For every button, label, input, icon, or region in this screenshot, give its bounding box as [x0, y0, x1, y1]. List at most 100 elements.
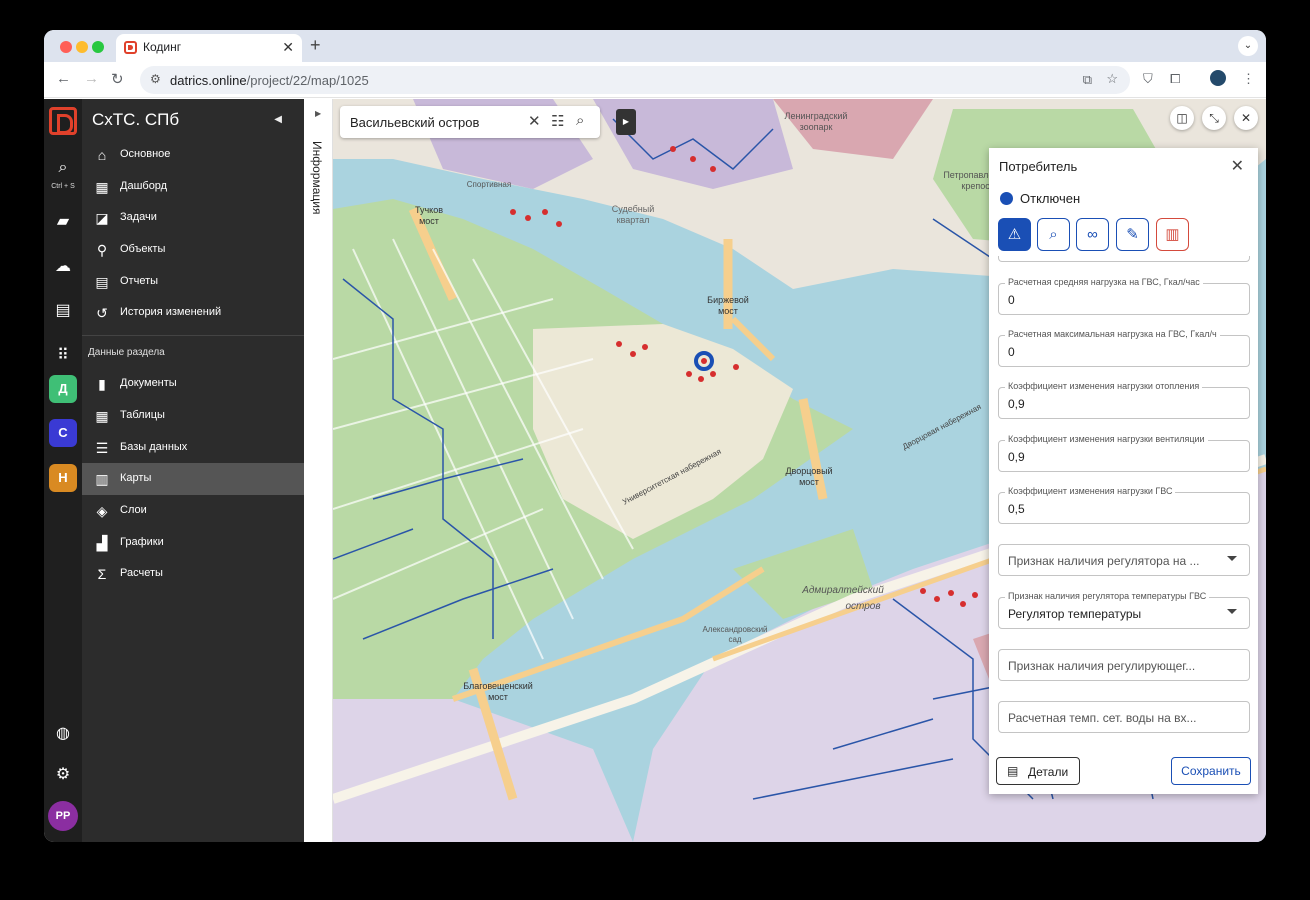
field-value[interactable]: 0,9: [1008, 450, 1025, 464]
field-label: Расчетная средняя нагрузка на ГВС, Гкал/…: [1005, 277, 1203, 287]
layers-icon: ◈: [96, 503, 108, 519]
temp-regulator-select[interactable]: Признак наличия регулятора температуры Г…: [998, 591, 1250, 629]
dashboard-icon: ▦: [95, 179, 109, 195]
attach-button[interactable]: ⌕: [1037, 218, 1070, 251]
reload-icon[interactable]: ↻: [111, 70, 124, 88]
project-chip-c[interactable]: C: [49, 419, 77, 447]
bookmark-star-icon[interactable]: ☆: [1106, 71, 1118, 87]
status-text: Отключен: [1020, 191, 1081, 206]
link-button[interactable]: ∞: [1076, 218, 1109, 251]
dropdown-caret-icon[interactable]: [1227, 609, 1237, 614]
map-search-input[interactable]: Васильевский остров: [350, 115, 479, 130]
collapse-sidebar-icon[interactable]: ◀: [274, 114, 282, 125]
zoom-window-button[interactable]: [92, 41, 104, 53]
apps-grid-icon[interactable]: ⠿: [44, 345, 82, 365]
map-label: Ленинградский: [785, 111, 848, 121]
search-icon[interactable]: ⌕: [44, 159, 82, 177]
sidebar-item-reports[interactable]: ▤ Отчеты: [82, 266, 304, 298]
browser-menu-icon[interactable]: ⋮: [1242, 71, 1255, 87]
address-bar[interactable]: ⚙ datrics.online/project/22/map/1025 ⧉ ☆: [140, 66, 1130, 94]
map-label: Спортивная: [467, 180, 511, 189]
max-hot-water-load-field[interactable]: Расчетная максимальная нагрузка на ГВС, …: [998, 329, 1250, 367]
dropdown-caret-icon[interactable]: [1227, 556, 1237, 561]
profile-avatar-icon[interactable]: [1210, 70, 1226, 86]
filter-tune-icon[interactable]: ☷: [551, 112, 564, 130]
info-strip[interactable]: ▶ Информация: [304, 99, 333, 842]
avg-hot-water-load-field[interactable]: Расчетная средняя нагрузка на ГВС, Гкал/…: [998, 277, 1250, 315]
sidebar-item-databases[interactable]: ☰ Базы данных: [82, 432, 304, 464]
clear-search-icon[interactable]: ✕: [528, 112, 541, 130]
field-value[interactable]: 0: [1008, 293, 1015, 307]
tab-search-chevron-icon[interactable]: ⌄: [1238, 36, 1258, 56]
sidebar-item-tasks[interactable]: ◪ Задачи: [82, 202, 304, 234]
field-value[interactable]: 0: [1008, 345, 1015, 359]
expand-info-icon[interactable]: ▶: [315, 109, 321, 118]
table-icon: ▦: [95, 408, 109, 424]
details-button[interactable]: ▤ Детали: [996, 757, 1080, 785]
map-search-box[interactable]: Васильевский остров ✕ ☷ ⌕: [340, 106, 600, 138]
save-button[interactable]: Сохранить: [1171, 757, 1251, 785]
close-map-icon[interactable]: ✕: [1234, 106, 1258, 130]
extensions-puzzle-icon[interactable]: ⧠: [1170, 71, 1180, 87]
site-settings-icon[interactable]: ⚙: [150, 72, 161, 86]
cloud-icon[interactable]: ☁: [44, 256, 82, 276]
field-value[interactable]: 0,5: [1008, 502, 1025, 516]
clipboard-icon[interactable]: ▤: [44, 300, 82, 320]
map-canvas[interactable]: Биржевой мост Дворцовый мост Благовещенс…: [333, 99, 1266, 842]
app-rail: ⌕ Ctrl + S ▰ ☁ ▤ ⠿ Д C Н ◍ ⚙ PP: [44, 99, 82, 842]
sidebar-item-dashboard[interactable]: ▦ Дашборд: [82, 171, 304, 203]
datrics-logo-icon[interactable]: [49, 107, 77, 135]
project-chip-n[interactable]: Н: [49, 464, 77, 492]
project-title: СхТС. СПб: [92, 110, 180, 129]
network-water-temp-field[interactable]: Расчетная темп. сет. воды на вх...: [998, 701, 1250, 733]
expand-panel-icon[interactable]: ▶: [616, 109, 636, 135]
globe-icon[interactable]: ◍: [44, 723, 82, 743]
sidebar-item-history[interactable]: ↺ История изменений: [82, 297, 304, 329]
sidebar-item-layers[interactable]: ◈ Слои: [82, 495, 304, 527]
regulating-valve-field[interactable]: Признак наличия регулирующег...: [998, 649, 1250, 681]
minimize-window-button[interactable]: [76, 41, 88, 53]
sidebar-item-charts[interactable]: ▟ Графики: [82, 527, 304, 559]
sidebar-item-tables[interactable]: ▦ Таблицы: [82, 400, 304, 432]
field-label: Признак наличия регулятора температуры Г…: [1005, 591, 1210, 601]
user-avatar[interactable]: PP: [48, 801, 78, 831]
chat-icon[interactable]: ▰: [44, 211, 82, 231]
settings-gear-icon[interactable]: ⚙: [44, 764, 82, 784]
close-window-button[interactable]: [60, 41, 72, 53]
edit-button[interactable]: ✎: [1116, 218, 1149, 251]
book-icon: ▮: [98, 376, 106, 392]
install-app-icon[interactable]: ⧉: [1083, 72, 1092, 88]
field-value[interactable]: 0,9: [1008, 397, 1025, 411]
sidebar-item-label: Карты: [120, 472, 152, 484]
sidebar-item-main[interactable]: ⌂ Основное: [82, 139, 304, 171]
delete-button[interactable]: ▥: [1156, 218, 1189, 251]
forward-arrow-icon[interactable]: →: [84, 70, 99, 87]
tab-close-icon[interactable]: ✕: [282, 39, 294, 56]
warning-button[interactable]: ⚠: [998, 218, 1031, 251]
trash-icon: ▥: [1165, 226, 1180, 243]
back-arrow-icon[interactable]: ←: [56, 70, 71, 87]
ventilation-load-coefficient-field[interactable]: Коэффициент изменения нагрузки вентиляци…: [998, 434, 1250, 472]
close-panel-icon[interactable]: ✕: [1231, 156, 1244, 176]
new-tab-icon[interactable]: +: [310, 35, 321, 56]
extension-shield-icon[interactable]: ⛉: [1143, 71, 1153, 87]
split-view-icon[interactable]: ◫: [1170, 106, 1194, 130]
sidebar-item-calculations[interactable]: Σ Расчеты: [82, 558, 304, 590]
collapse-fullscreen-icon[interactable]: ⤡: [1202, 106, 1226, 130]
sidebar-item-documents[interactable]: ▮ Документы: [82, 368, 304, 400]
regulator-select[interactable]: Признак наличия регулятора на ...: [998, 544, 1250, 576]
sidebar-item-label: Основное: [120, 148, 171, 160]
heating-load-coefficient-field[interactable]: Коэффициент изменения нагрузки отопления…: [998, 381, 1250, 419]
project-chip-d[interactable]: Д: [49, 375, 77, 403]
map-label: Тучков: [415, 205, 443, 215]
select-value[interactable]: Регулятор температуры: [1008, 607, 1141, 621]
map-label: Александровский: [702, 625, 767, 634]
sidebar-item-label: Отчеты: [120, 275, 159, 287]
tab-strip: Кодинг ✕ + ⌄: [44, 30, 1266, 62]
hot-water-load-coefficient-field[interactable]: Коэффициент изменения нагрузки ГВС 0,5: [998, 486, 1250, 524]
sidebar-item-objects[interactable]: ⚲ Объекты: [82, 234, 304, 266]
browser-tab[interactable]: Кодинг ✕: [116, 34, 302, 62]
section-heading: Данные раздела: [88, 347, 165, 358]
search-icon[interactable]: ⌕: [576, 112, 584, 129]
sidebar-item-maps[interactable]: ▥ Карты: [82, 463, 304, 495]
